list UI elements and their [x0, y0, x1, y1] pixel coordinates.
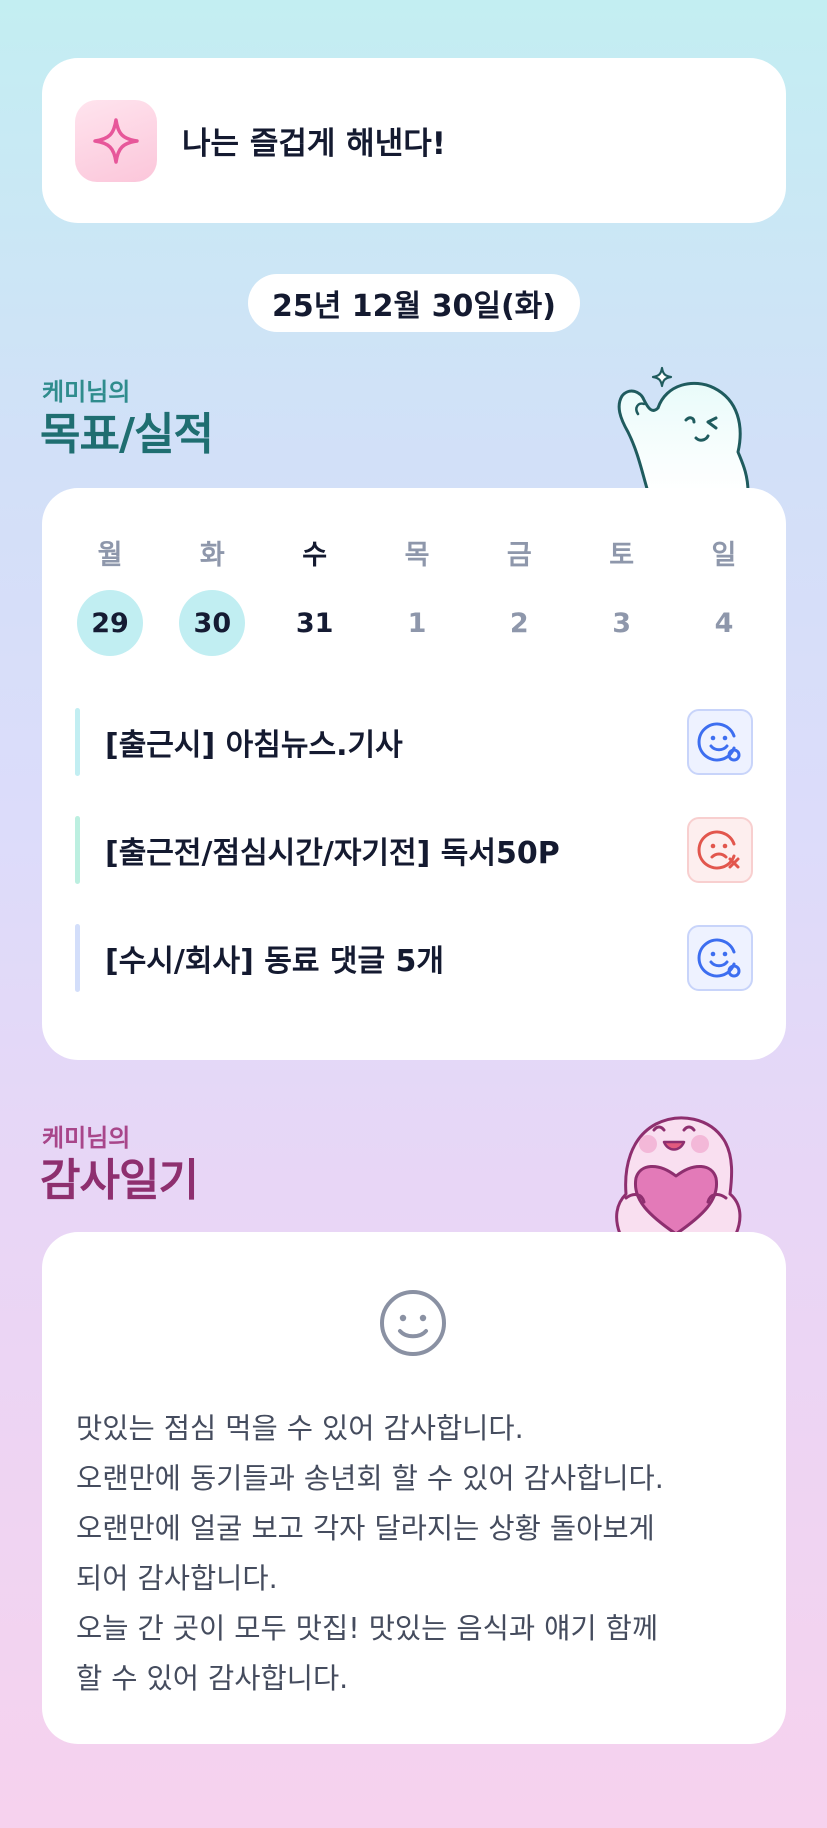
weekday-label: 토 — [609, 540, 635, 571]
goals-section-title: 목표/실적 — [40, 409, 214, 460]
task-row[interactable]: [출근전/점심시간/자기전] 독서50P — [75, 816, 755, 884]
day-column[interactable]: 금2 — [486, 536, 552, 656]
date-number[interactable]: 29 — [77, 590, 143, 656]
smile-face-icon[interactable] — [378, 1288, 448, 1358]
weekday-label: 월 — [97, 540, 123, 571]
day-column[interactable]: 목1 — [384, 536, 450, 656]
gratitude-line: 맛있는 점심 먹을 수 있어 감사합니다. — [76, 1412, 524, 1445]
gratitude-line: 오랜만에 얼굴 보고 각자 달라지는 상황 돌아보게 — [76, 1512, 655, 1545]
task-row[interactable]: [출근시] 아침뉴스.기사 — [75, 708, 755, 776]
date-selector[interactable]: 25년 12월 30일(화) — [248, 274, 580, 332]
task-accent-bar — [75, 708, 80, 776]
gratitude-text: 맛있는 점심 먹을 수 있어 감사합니다. 오랜만에 동기들과 송년회 할 수 … — [76, 1404, 766, 1704]
motto-text: 나는 즐겁게 해낸다! — [182, 126, 446, 162]
day-column[interactable]: 화 30 — [179, 536, 246, 656]
gratitude-line: 할 수 있어 감사합니다. — [76, 1662, 349, 1695]
week-calendar: 월 29 화 30 수 31 목 1 금 2 토 3 일 4 — [77, 536, 757, 656]
weekday-label: 금 — [506, 540, 532, 571]
smile-success-icon — [697, 938, 741, 978]
weekday-label: 화 — [199, 540, 225, 571]
frown-fail-icon — [697, 830, 740, 870]
day-column[interactable]: 월 29 — [77, 536, 143, 656]
task-success-status-button[interactable] — [687, 709, 753, 775]
day-column[interactable]: 수 31 — [282, 536, 348, 656]
task-label: [출근전/점심시간/자기전] 독서50P — [105, 836, 560, 871]
smile-success-icon — [697, 722, 741, 762]
sparkle-icon — [75, 100, 157, 182]
day-column[interactable]: 일4 — [691, 536, 757, 656]
date-number[interactable]: 30 — [179, 590, 246, 656]
date-number[interactable]: 3 — [589, 590, 655, 656]
weekday-label: 일 — [711, 540, 737, 571]
day-column[interactable]: 토3 — [589, 536, 655, 656]
heart-hugging-mascot-illustration — [615, 1116, 742, 1234]
task-accent-bar — [75, 924, 80, 992]
task-fail-status-button[interactable] — [687, 817, 753, 883]
date-number[interactable]: 31 — [282, 590, 348, 656]
gratitude-journal-card: 맛있는 점심 먹을 수 있어 감사합니다. 오랜만에 동기들과 송년회 할 수 … — [42, 1232, 786, 1744]
task-row[interactable]: [수시/회사] 동료 댓글 5개 — [75, 924, 755, 992]
gratitude-line: 오랜만에 동기들과 송년회 할 수 있어 감사합니다. — [76, 1462, 664, 1495]
motto-card[interactable]: 나는 즐겁게 해낸다! — [42, 58, 786, 223]
waving-mascot-illustration — [617, 366, 750, 492]
gratitude-line: 되어 감사합니다. — [76, 1562, 278, 1595]
goals-card: 월 29 화 30 수 31 목 1 금 2 토 3 일 4 [출근시] 아침뉴스.기사 [출근전/점심시… — [42, 488, 786, 1060]
task-accent-bar — [75, 816, 80, 884]
date-number[interactable]: 1 — [384, 590, 450, 656]
task-label: [출근시] 아침뉴스.기사 — [105, 728, 403, 763]
date-number[interactable]: 2 — [486, 590, 552, 656]
thanks-section-title: 감사일기 — [40, 1155, 199, 1206]
task-label: [수시/회사] 동료 댓글 5개 — [105, 944, 444, 979]
date-number[interactable]: 4 — [691, 590, 757, 656]
task-success-status-button[interactable] — [687, 925, 753, 991]
gratitude-line: 오늘 간 곳이 모두 맛집! 맛있는 음식과 얘기 함께 — [76, 1612, 659, 1645]
weekday-label: 목 — [404, 540, 430, 571]
weekday-label: 수 — [302, 540, 328, 571]
